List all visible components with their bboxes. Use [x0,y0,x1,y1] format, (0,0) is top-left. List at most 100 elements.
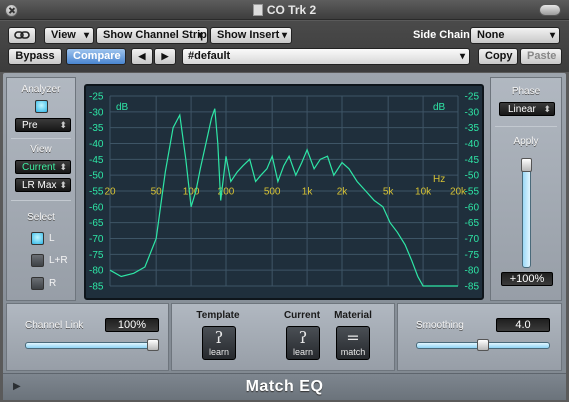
db-tick-left: -25 [89,92,104,103]
analyzer-mode-select[interactable]: Pre [15,118,71,132]
db-unit-right: dB [433,102,446,113]
side-chain-label: Side Chain: [413,29,474,41]
db-tick-right: -70 [465,234,480,245]
db-tick-left: -85 [89,282,104,293]
side-chain-select[interactable]: None [470,27,560,44]
db-tick-left: -65 [89,218,104,229]
select-title: Select [27,212,55,223]
phase-title: Phase [511,86,541,97]
compare-button[interactable]: Compare [66,48,126,65]
previous-preset-button[interactable]: ◀ [131,48,153,65]
smoothing-value[interactable]: 4.0 [496,318,550,332]
zoom-button[interactable] [539,4,561,16]
select-lr-radio[interactable] [31,254,44,267]
freq-tick-label: 500 [264,187,281,198]
db-tick-left: -40 [89,139,104,150]
link-button[interactable] [8,27,36,44]
tick-labels: -25 -25 -30 -30 -35 -35 -40 -40 -45 -45 -50 -50 -55 -… [89,92,479,293]
db-tick-right: -40 [465,139,480,150]
freq-tick-label: 20k [450,187,467,198]
spectrum-curve [109,108,458,287]
db-tick-left: -55 [89,187,104,198]
document-icon [252,4,263,16]
window-title: CO Trk 2 [0,3,569,17]
copy-button[interactable]: Copy [478,48,518,65]
bypass-button[interactable]: Bypass [8,48,62,65]
hz-unit: Hz [433,174,445,185]
smoothing-slider-thumb[interactable] [477,339,489,351]
phase-apply-panel: Phase Linear Apply +100% [490,77,562,301]
channel-link-value[interactable]: 100% [105,318,159,332]
match-button[interactable]: = match [336,326,370,360]
db-tick-right: -35 [465,123,480,134]
db-tick-right: -80 [465,266,480,277]
db-tick-left: -50 [89,171,104,182]
db-tick-left: -45 [89,155,104,166]
phase-select[interactable]: Linear [499,102,555,116]
current-learn-button[interactable]: ʔ learn [286,326,320,360]
material-title: Material [334,310,372,321]
db-tick-right: -50 [465,171,480,182]
show-channel-strip-menu[interactable]: Show Channel Strip [96,27,208,44]
db-tick-left: -80 [89,266,104,277]
db-tick-right: -55 [465,187,480,198]
show-insert-menu[interactable]: Show Insert [210,27,292,44]
divider [11,138,71,139]
spectrum-chart: dB dB Hz -25 -25-30 -30-35 -35-40 -40-45 -45-… [89,92,479,293]
ear-icon: ʔ [298,328,308,347]
scale-select[interactable]: LR Max [15,178,71,192]
db-unit-left: dB [116,102,129,113]
learn-match-panel: Template ʔ learn Current ʔ learn Materia… [171,303,395,371]
preset-select[interactable]: #default [182,48,470,65]
plugin-footer: ▶ Match EQ [3,373,566,400]
plugin-toolbar: View Show Channel Strip Show Insert Side… [0,21,569,72]
paste-button[interactable]: Paste [520,48,562,65]
analyzer-toggle[interactable] [35,100,48,113]
apply-value[interactable]: +100% [501,272,553,286]
freq-tick-label: 5k [383,187,395,198]
template-learn-button[interactable]: ʔ learn [202,326,236,360]
window-title-text: CO Trk 2 [266,3,317,17]
db-tick-left: -60 [89,202,104,213]
channel-link-slider-track[interactable] [25,342,159,349]
view-title: View [30,144,52,155]
next-preset-button[interactable]: ▶ [154,48,176,65]
freq-tick-label: 20 [104,187,116,198]
select-l-radio[interactable] [31,232,44,245]
divider [11,200,71,201]
db-tick-right: -75 [465,250,480,261]
view-select[interactable]: Current [15,160,71,174]
channel-link-title: Channel Link [25,320,84,331]
spectrum-display: dB dB Hz -25 -25 -30 -30 -35 -35 -40 -40 -45 -45-… [84,84,484,300]
apply-slider-track[interactable] [522,158,531,268]
apply-slider-thumb[interactable] [521,158,532,172]
channel-link-slider-thumb[interactable] [147,339,159,351]
current-title: Current [283,310,321,321]
match-eq-plugin: Analyzer Pre View Current LR Max Select … [3,73,566,400]
select-r-label: R [49,278,57,289]
select-r-radio[interactable] [31,277,44,290]
db-tick-left: -75 [89,250,104,261]
smoothing-panel: Smoothing 4.0 [397,303,562,371]
db-tick-right: -30 [465,107,480,118]
db-tick-right: -25 [465,92,480,103]
channel-link-panel: Channel Link 100% [6,303,169,371]
freq-tick-label: 1k [302,187,314,198]
db-tick-right: -45 [465,155,480,166]
plugin-name: Match EQ [245,378,324,395]
match-caption: match [340,347,366,357]
freq-tick-label: 10k [415,187,432,198]
db-tick-right: -85 [465,282,480,293]
apply-title: Apply [513,136,539,147]
view-menu[interactable]: View [44,27,94,44]
template-title: Template [196,310,240,321]
analyzer-panel: Analyzer Pre View Current LR Max Select … [6,77,76,301]
smoothing-title: Smoothing [416,320,464,331]
freq-tick-label: 100 [183,187,200,198]
equals-icon: = [346,328,360,347]
freq-tick-label: 2k [337,187,349,198]
ear-icon: ʔ [214,328,224,347]
db-tick-left: -35 [89,123,104,134]
chain-link-icon [14,31,30,39]
db-tick-left: -30 [89,107,104,118]
